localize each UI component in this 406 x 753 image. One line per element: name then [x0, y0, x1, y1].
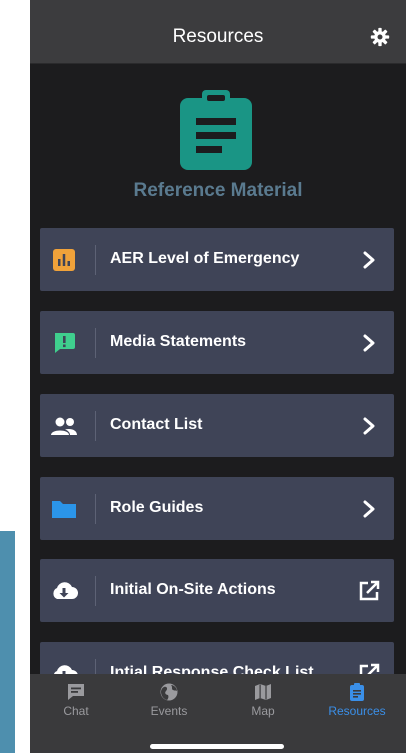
item-divider — [95, 494, 96, 524]
background-panel — [0, 531, 15, 753]
clipboard-icon — [350, 683, 364, 701]
tab-bar: Chat Events Map Resources — [30, 674, 406, 753]
home-indicator — [150, 744, 284, 749]
item-divider — [95, 576, 96, 606]
nav-header: Resources — [30, 0, 406, 64]
reference-material-heading: Reference Material — [133, 180, 303, 201]
folder-icon — [52, 501, 76, 518]
tab-map[interactable]: Map — [228, 682, 298, 718]
menu-item-label: Role Guides — [110, 499, 204, 516]
gear-icon[interactable] — [370, 27, 390, 47]
people-icon — [51, 417, 77, 435]
app-screen: Resources Reference Material AER Level o… — [30, 0, 406, 753]
globe-icon — [160, 683, 178, 701]
tab-label: Chat — [63, 704, 89, 718]
menu-item-label: Contact List — [110, 416, 203, 433]
tab-label: Resources — [328, 704, 386, 718]
menu-item-role-guides[interactable]: Role Guides — [40, 477, 394, 540]
menu-item-initial-onsite-actions[interactable]: Initial On-Site Actions — [40, 559, 394, 622]
tab-resources[interactable]: Resources — [322, 682, 392, 718]
alert-message-icon — [55, 333, 75, 353]
chevron-right-icon — [363, 251, 375, 269]
map-icon — [255, 684, 271, 700]
chat-icon — [68, 684, 84, 700]
bar-chart-icon — [53, 249, 75, 271]
menu-item-media-statements[interactable]: Media Statements — [40, 311, 394, 374]
menu-item-contact-list[interactable]: Contact List — [40, 394, 394, 457]
tab-label: Map — [251, 704, 275, 718]
chevron-right-icon — [363, 417, 375, 435]
menu-item-label: AER Level of Emergency — [110, 250, 300, 267]
external-link-icon — [359, 580, 380, 601]
chevron-right-icon — [363, 500, 375, 518]
chevron-right-icon — [363, 334, 375, 352]
tab-label: Events — [150, 704, 188, 718]
tab-chat[interactable]: Chat — [41, 682, 111, 718]
page-title: Resources — [172, 26, 264, 47]
clipboard-icon — [180, 90, 252, 170]
cloud-download-icon — [53, 582, 78, 599]
menu-item-aer-level[interactable]: AER Level of Emergency — [40, 228, 394, 291]
menu-item-label: Initial On-Site Actions — [110, 581, 276, 598]
item-divider — [95, 328, 96, 358]
item-divider — [95, 245, 96, 275]
tab-events[interactable]: Events — [134, 682, 204, 718]
item-divider — [95, 411, 96, 441]
menu-item-label: Media Statements — [110, 333, 247, 350]
